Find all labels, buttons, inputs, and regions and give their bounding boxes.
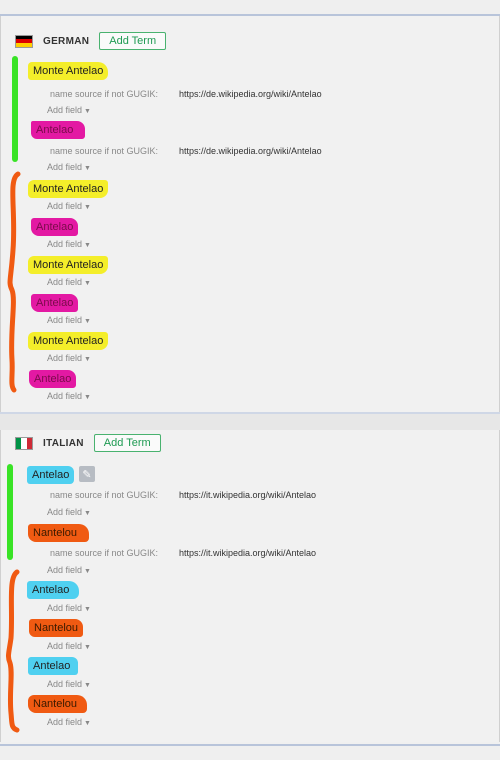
- add-field-button[interactable]: Add field ▼: [47, 277, 91, 287]
- add-field-button[interactable]: Add field ▼: [47, 105, 91, 115]
- add-field-button[interactable]: Add field ▼: [47, 239, 91, 249]
- add-field-button[interactable]: Add field ▼: [47, 315, 91, 325]
- name-source-label: name source if not GUGIK:: [50, 490, 159, 500]
- caret-down-icon: ▼: [84, 165, 91, 172]
- caret-down-icon: ▼: [84, 108, 91, 115]
- green-bracket: [7, 464, 13, 560]
- name-source-label: name source if not GUGIK:: [50, 548, 159, 558]
- term-it-6[interactable]: Nantelou: [28, 695, 88, 713]
- caret-down-icon: ▼: [84, 568, 91, 575]
- term-de-3[interactable]: Monte Antelao: [28, 180, 109, 198]
- add-field-button[interactable]: Add field ▼: [47, 679, 91, 689]
- language-name: ITALIAN: [43, 437, 84, 449]
- germany-flag-icon: [15, 34, 33, 48]
- german-header: GERMAN Add Term: [15, 32, 167, 50]
- caret-down-icon: ▼: [84, 720, 91, 727]
- name-source-value[interactable]: https://de.wikipedia.org/wiki/Antelao: [179, 146, 322, 156]
- name-source-value[interactable]: https://de.wikipedia.org/wiki/Antelao: [179, 89, 322, 99]
- add-field-button[interactable]: Add field ▼: [47, 603, 91, 613]
- add-field-button[interactable]: Add field ▼: [47, 641, 91, 651]
- caret-down-icon: ▼: [84, 204, 91, 211]
- language-name: GERMAN: [43, 35, 90, 47]
- orange-brace: [5, 569, 20, 733]
- caret-down-icon: ▼: [84, 510, 91, 517]
- term-it-2[interactable]: Nantelou: [28, 524, 90, 542]
- add-field-button[interactable]: Add field ▼: [47, 201, 91, 211]
- name-source-value[interactable]: https://it.wikipedia.org/wiki/Antelao: [179, 490, 316, 500]
- add-field-button[interactable]: Add field ▼: [47, 162, 91, 172]
- orange-brace: [7, 171, 21, 393]
- caret-down-icon: ▼: [84, 682, 91, 689]
- term-de-5[interactable]: Monte Antelao: [28, 256, 109, 274]
- name-source-value[interactable]: https://it.wikipedia.org/wiki/Antelao: [179, 548, 316, 558]
- add-field-button[interactable]: Add field ▼: [47, 353, 91, 363]
- caret-down-icon: ▼: [84, 394, 91, 401]
- caret-down-icon: ▼: [84, 242, 91, 249]
- name-source-label: name source if not GUGIK:: [50, 146, 159, 156]
- add-term-button[interactable]: Add Term: [93, 434, 161, 452]
- add-term-button[interactable]: Add Term: [99, 32, 167, 50]
- term-it-5[interactable]: Antelao: [28, 657, 79, 675]
- term-de-7[interactable]: Monte Antelao: [28, 332, 109, 350]
- add-field-button[interactable]: Add field ▼: [47, 507, 91, 517]
- term-it-4[interactable]: Nantelou: [29, 619, 84, 637]
- caret-down-icon: ▼: [84, 356, 91, 363]
- add-field-button[interactable]: Add field ▼: [47, 565, 91, 575]
- term-de-1[interactable]: Monte Antelao: [28, 62, 109, 80]
- add-field-button[interactable]: Add field ▼: [47, 391, 91, 401]
- pencil-icon[interactable]: ✎: [79, 466, 95, 482]
- name-source-label: name source if not GUGIK:: [50, 89, 159, 99]
- term-de-8[interactable]: Antelao: [29, 370, 77, 388]
- term-it-3[interactable]: Antelao: [27, 581, 80, 599]
- caret-down-icon: ▼: [84, 644, 91, 651]
- caret-down-icon: ▼: [84, 318, 91, 325]
- term-it-1[interactable]: Antelao: [27, 466, 75, 484]
- italian-header: ITALIAN Add Term: [15, 434, 161, 452]
- term-de-6[interactable]: Antelao: [31, 294, 79, 312]
- panel-separator: [0, 412, 500, 432]
- term-de-4[interactable]: Antelao: [31, 218, 79, 236]
- caret-down-icon: ▼: [84, 606, 91, 613]
- italy-flag-icon: [15, 436, 33, 450]
- add-field-button[interactable]: Add field ▼: [47, 717, 91, 727]
- caret-down-icon: ▼: [84, 280, 91, 287]
- term-de-2[interactable]: Antelao: [31, 121, 86, 139]
- top-panel-edge: [0, 0, 500, 16]
- green-bracket: [12, 56, 18, 162]
